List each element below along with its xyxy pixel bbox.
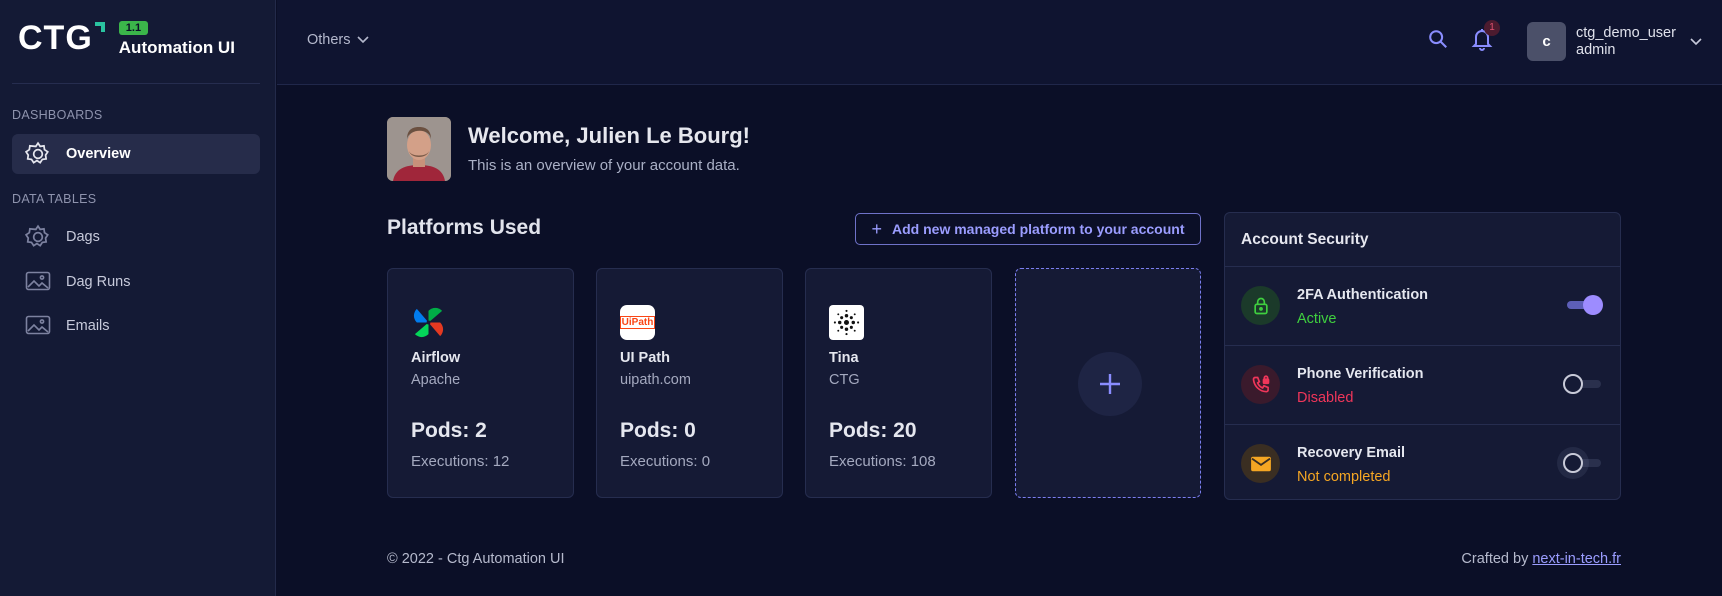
toggle-knob <box>1583 295 1603 315</box>
platform-pods: Pods: 2 <box>411 419 487 442</box>
add-platform-card[interactable] <box>1015 268 1201 498</box>
plus-icon: + <box>871 218 883 239</box>
uipath-logo: UiPath <box>619 305 656 340</box>
sidebar-item-dags[interactable]: Dags <box>12 217 260 257</box>
others-menu[interactable]: Others <box>307 32 369 48</box>
sidebar-item-label: Overview <box>66 146 131 162</box>
platform-pods: Pods: 0 <box>620 419 696 442</box>
section-label-dashboards: DASHBOARDS <box>12 108 103 122</box>
platform-vendor: uipath.com <box>620 372 691 388</box>
sidebar-item-emails[interactable]: Emails <box>12 306 260 346</box>
platform-vendor: CTG <box>829 372 860 388</box>
lock-icon <box>1241 286 1280 325</box>
sidebar-item-label: Dags <box>66 229 100 245</box>
avatar: c <box>1527 22 1566 61</box>
account-security-panel: Account Security 2FA Authentication Acti… <box>1224 212 1621 500</box>
sidebar-divider <box>12 83 260 84</box>
platform-vendor: Apache <box>411 372 461 388</box>
chevron-down-icon <box>356 36 369 44</box>
security-item-status: Disabled <box>1297 390 1354 406</box>
footer-copyright: © 2022 - Ctg Automation UI <box>387 551 565 567</box>
platform-name: Airflow <box>411 350 461 366</box>
platform-executions: Executions: 108 <box>829 453 936 470</box>
user-info: ctg_demo_user admin <box>1576 25 1676 58</box>
brand-logo-text: CTG <box>18 19 93 57</box>
2fa-toggle[interactable] <box>1567 295 1603 315</box>
search-icon <box>1429 30 1447 48</box>
airflow-logo <box>411 305 446 340</box>
sidebar-item-label: Dag Runs <box>66 274 131 290</box>
add-platform-button[interactable]: + Add new managed platform to your accou… <box>855 213 1201 245</box>
sidebar-item-dag-runs[interactable]: Dag Runs <box>12 262 260 302</box>
top-header: Others 1 c ctg_demo_user admin <box>277 0 1722 85</box>
platform-card-uipath[interactable]: UiPath UI Path uipath.com Pods: 0 Execut… <box>596 268 783 498</box>
toggle-knob <box>1563 453 1583 473</box>
security-item-name: 2FA Authentication <box>1297 287 1429 303</box>
sidebar-item-overview[interactable]: Overview <box>12 134 260 174</box>
security-item-name: Recovery Email <box>1297 445 1406 461</box>
notification-count-badge: 1 <box>1484 20 1500 36</box>
welcome-subtitle: This is an overview of your account data… <box>468 157 740 174</box>
security-title: Account Security <box>1241 231 1369 248</box>
chevron-down-icon <box>1690 37 1702 45</box>
search-button[interactable] <box>1427 28 1449 55</box>
footer-crafted-link[interactable]: next-in-tech.fr <box>1532 551 1621 567</box>
image-icon <box>24 312 52 340</box>
platform-executions: Executions: 0 <box>620 453 711 470</box>
sidebar-item-label: Emails <box>66 318 110 334</box>
user-menu[interactable]: c ctg_demo_user admin <box>1527 22 1702 61</box>
brand-logo: CTG <box>18 18 105 58</box>
security-row-2fa: 2FA Authentication Active <box>1225 267 1620 345</box>
security-item-name: Phone Verification <box>1297 366 1424 382</box>
user-role: admin <box>1576 42 1616 58</box>
others-menu-label: Others <box>307 32 351 48</box>
welcome-title: Welcome, Julien Le Bourg! <box>468 123 750 148</box>
add-platform-label: Add new managed platform to your account <box>892 221 1185 237</box>
mail-icon <box>1241 444 1280 483</box>
brand[interactable]: CTG 1.1 Automation UI <box>18 18 235 58</box>
platform-card-airflow[interactable]: Airflow Apache Pods: 2 Executions: 12 <box>387 268 574 498</box>
tina-logo <box>829 305 864 340</box>
recovery-email-toggle[interactable] <box>1563 453 1601 473</box>
platform-executions: Executions: 12 <box>411 453 510 470</box>
footer-credits: Crafted by next-in-tech.fr <box>1461 551 1621 567</box>
brand-logo-tick-icon <box>94 22 105 32</box>
section-label-data-tables: DATA TABLES <box>12 192 97 206</box>
platform-name: Tina <box>829 350 859 366</box>
phone-verification-toggle[interactable] <box>1563 374 1601 394</box>
brand-name: Automation UI <box>118 38 235 57</box>
security-item-status: Active <box>1297 311 1337 327</box>
notifications-button[interactable]: 1 <box>1470 20 1500 57</box>
version-badge: 1.1 <box>118 21 149 35</box>
uipath-logo-text: UiPath <box>619 316 656 329</box>
security-item-status: Not completed <box>1297 469 1391 485</box>
toggle-knob <box>1563 374 1583 394</box>
gear-icon <box>24 140 52 168</box>
plus-icon <box>1078 352 1142 416</box>
platform-pods: Pods: 20 <box>829 419 917 442</box>
phone-lock-icon <box>1241 365 1280 404</box>
security-row-recovery-email: Recovery Email Not completed <box>1225 425 1620 503</box>
profile-photo <box>387 117 451 181</box>
sidebar: CTG 1.1 Automation UI DASHBOARDS Overvie… <box>0 0 276 596</box>
user-name: ctg_demo_user <box>1576 25 1676 41</box>
platforms-title: Platforms Used <box>387 216 542 239</box>
brand-text: 1.1 Automation UI <box>118 18 235 58</box>
gear-icon <box>24 223 52 251</box>
platform-card-tina[interactable]: Tina CTG Pods: 20 Executions: 108 <box>805 268 992 498</box>
platform-name: UI Path <box>620 350 670 366</box>
image-icon <box>24 268 52 296</box>
footer-crafted-prefix: Crafted by <box>1461 551 1533 567</box>
security-row-phone: Phone Verification Disabled <box>1225 346 1620 424</box>
